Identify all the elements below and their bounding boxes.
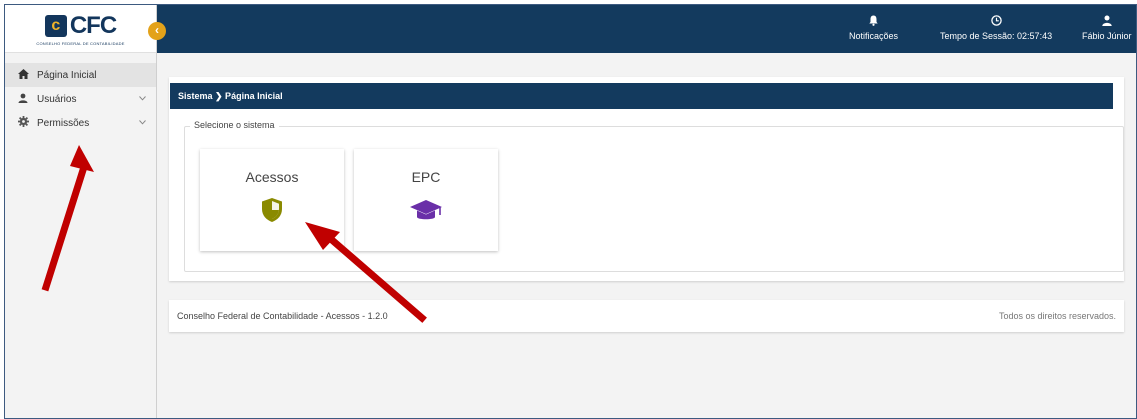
sidebar: c CFC CONSELHO FEDERAL DE CONTABILIDADE …: [5, 5, 157, 418]
sidebar-item-usuarios[interactable]: Usuários: [5, 87, 156, 111]
sidebar-item-label: Permissões: [37, 117, 90, 129]
tile-label: EPC: [411, 169, 441, 185]
sidebar-item-label: Usuários: [37, 93, 77, 105]
footer-rights: Todos os direitos reservados.: [998, 311, 1116, 321]
gear-icon: [17, 116, 29, 130]
chevron-down-icon: [139, 93, 146, 103]
main-content: Sistema ❯ Página Inicial Selecione o sis…: [158, 53, 1136, 418]
session-time-label: Tempo de Sessão: 02:57:43: [940, 31, 1053, 41]
graduation-cap-icon: [354, 197, 498, 228]
tile-epc[interactable]: EPC: [354, 149, 498, 251]
logo-row: c CFC: [44, 11, 117, 40]
chevron-down-icon: [139, 117, 146, 127]
sidebar-item-permissoes[interactable]: Permissões: [5, 111, 156, 135]
home-icon: [17, 68, 29, 82]
footer: Conselho Federal de Contabilidade - Aces…: [169, 300, 1124, 332]
logo-box: c CFC CONSELHO FEDERAL DE CONTABILIDADE: [36, 12, 124, 46]
sidebar-nav: Página Inicial Usuários Permissões: [5, 63, 156, 135]
breadcrumb: Sistema ❯ Página Inicial: [170, 83, 1113, 109]
footer-version: Conselho Federal de Contabilidade - Aces…: [177, 311, 388, 321]
user-name: Fábio Júnior: [1082, 31, 1132, 41]
logo-text: CFC: [69, 11, 117, 39]
user-menu[interactable]: Fábio Júnior: [1082, 15, 1132, 41]
session-timer: Tempo de Sessão: 02:57:43: [940, 15, 1052, 41]
system-legend: Selecione o sistema: [190, 120, 279, 130]
shield-icon: [200, 197, 344, 228]
collapse-sidebar-button[interactable]: ‹: [148, 22, 166, 40]
logo-mark: c: [44, 14, 67, 37]
tile-label: Acessos: [245, 169, 299, 185]
logo: c CFC CONSELHO FEDERAL DE CONTABILIDADE: [5, 5, 156, 53]
notifications-label: Notificações: [849, 31, 899, 41]
app-window: c CFC CONSELHO FEDERAL DE CONTABILIDADE …: [4, 4, 1137, 419]
bell-icon: [849, 15, 898, 29]
user-icon: [17, 93, 29, 106]
user-icon: [1082, 15, 1132, 29]
notifications-button[interactable]: Notificações: [849, 15, 898, 41]
sidebar-item-pagina-inicial[interactable]: Página Inicial: [5, 63, 156, 87]
chevron-left-icon: ‹: [155, 23, 159, 37]
tile-acessos[interactable]: Acessos: [200, 149, 344, 251]
logo-subtitle: CONSELHO FEDERAL DE CONTABILIDADE: [36, 40, 125, 46]
clock-icon: [940, 15, 1052, 29]
topbar: Notificações Tempo de Sessão: 02:57:43 F…: [157, 5, 1136, 53]
sidebar-item-label: Página Inicial: [37, 69, 97, 81]
